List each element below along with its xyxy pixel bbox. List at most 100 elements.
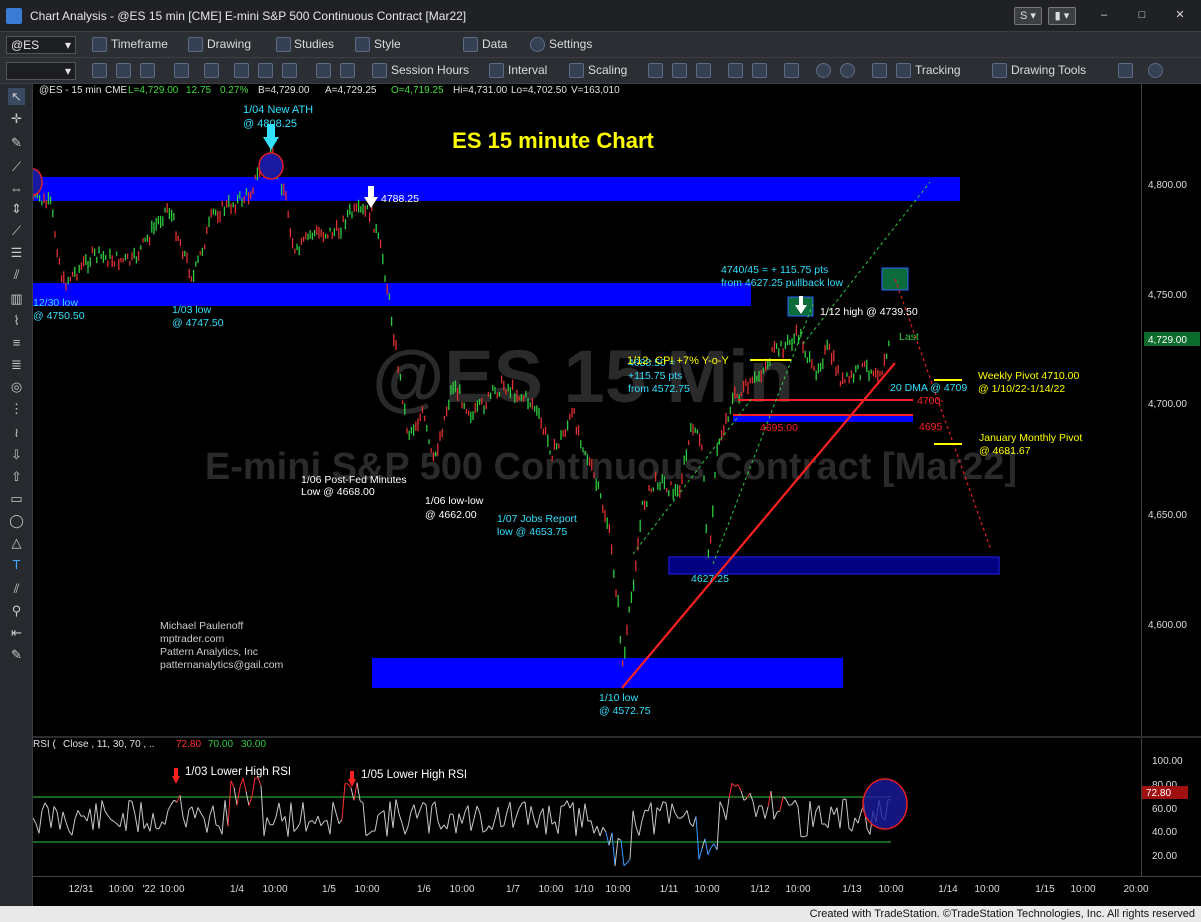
time-label-24: 20:00: [1123, 884, 1148, 895]
data-icon: [463, 37, 478, 52]
wave-icon[interactable]: ≀: [8, 424, 25, 441]
low-103-label-1: 1/03 low: [172, 304, 212, 316]
settings-menu[interactable]: Settings: [549, 37, 592, 51]
timeframe-menu[interactable]: Timeframe: [111, 37, 168, 51]
toolbar-icon-3[interactable]: [140, 63, 155, 78]
collapse-icon[interactable]: ⇤: [8, 624, 25, 641]
low-1230-label-1: 12/30 low: [33, 297, 78, 309]
ruler-icon[interactable]: ⫽: [8, 580, 25, 597]
zoom-out-icon[interactable]: [840, 63, 855, 78]
symbol-link-s-button[interactable]: S ▾: [1014, 7, 1042, 25]
edit-icon[interactable]: ✎: [8, 646, 25, 663]
level-4695-label-b: 4695: [919, 421, 943, 433]
toolbar-icon-5[interactable]: [204, 63, 219, 78]
trendline-icon[interactable]: ⟋: [8, 158, 25, 175]
toolbar-icon-2[interactable]: [116, 63, 131, 78]
link-button[interactable]: ▮ ▾: [1048, 7, 1076, 25]
toolbar-icon-8[interactable]: [282, 63, 297, 78]
close-button[interactable]: ✕: [1166, 7, 1194, 25]
rsi-arrow-2: [348, 771, 356, 787]
rectangle-icon[interactable]: ▭: [8, 490, 25, 507]
rsi-axis[interactable]: 100.00 80.00 60.00 40.00 20.00 72.80: [1141, 738, 1201, 876]
toolbar-icon-16[interactable]: [784, 63, 799, 78]
fib-icon[interactable]: ☰: [8, 244, 25, 261]
style-menu[interactable]: Style: [374, 37, 401, 51]
horizontal-line-icon[interactable]: ⇔: [8, 180, 25, 197]
drawing-menu[interactable]: Drawing: [207, 37, 251, 51]
arrow-down-icon[interactable]: ⇩: [8, 446, 25, 463]
rsi-panel[interactable]: RSI ( Close , 11, 30, 70 , .. 72.80 70.0…: [32, 738, 1141, 876]
author-company: Pattern Analytics, Inc: [160, 646, 258, 658]
jobs-label-1: 1/07 Jobs Report: [497, 513, 577, 525]
zone-4695[interactable]: [733, 415, 913, 422]
drawing-tools-menu[interactable]: Drawing Tools: [1011, 63, 1086, 77]
pattern-icon[interactable]: ⌇: [8, 312, 25, 329]
tracking-menu[interactable]: Tracking: [915, 63, 961, 77]
toolbar-icon-12[interactable]: [672, 63, 687, 78]
interval-select[interactable]: ▾: [6, 62, 76, 80]
ray-icon[interactable]: ⟋: [8, 222, 25, 239]
channel-icon[interactable]: ⫽: [8, 266, 25, 283]
crosshair-icon[interactable]: ✛: [8, 110, 25, 127]
chat-icon[interactable]: [1148, 63, 1163, 78]
price-chart-panel[interactable]: @ES - 15 min CME L=4,729.00 12.75 0.27% …: [23, 84, 1141, 736]
time-label-8: 1/6: [417, 884, 431, 895]
studies-icon: [276, 37, 291, 52]
toolbar-icon-11[interactable]: [648, 63, 663, 78]
triangle-icon[interactable]: △: [8, 534, 25, 551]
session-hours-icon: [372, 63, 387, 78]
toolbar-icon-6[interactable]: [234, 63, 249, 78]
cursor-icon[interactable]: ↖: [8, 88, 25, 105]
time-label-2: '22: [142, 884, 155, 895]
magnet-icon[interactable]: ⚲: [8, 602, 25, 619]
support-zone-4750[interactable]: [33, 283, 751, 306]
minimize-button[interactable]: –: [1090, 7, 1118, 25]
toolbar-icon-14[interactable]: [728, 63, 743, 78]
tradestation-window: Chart Analysis - @ES 15 min [CME] E-mini…: [0, 0, 1201, 922]
gann-icon[interactable]: ≡: [8, 334, 25, 351]
price-label-4750: 4,750.00: [1148, 290, 1187, 301]
toolbar-icon-13[interactable]: [696, 63, 711, 78]
interval-menu[interactable]: Interval: [508, 63, 547, 77]
resistance-zone-4800[interactable]: [33, 177, 960, 201]
price-label-4700: 4,700.00: [1148, 399, 1187, 410]
vertical-line-icon[interactable]: ⇕: [8, 200, 25, 217]
rsi-last-value: 72.80: [1146, 788, 1171, 799]
toolbar-icon-1[interactable]: [92, 63, 107, 78]
time-label-14: 1/11: [660, 884, 679, 895]
toolbar-icon-10[interactable]: [340, 63, 355, 78]
scaling-menu[interactable]: Scaling: [588, 63, 627, 77]
gear-icon: [530, 37, 545, 52]
ath-circle[interactable]: [258, 152, 284, 180]
text-dots-icon[interactable]: ⋮: [8, 400, 25, 417]
text-tool-icon[interactable]: T: [8, 556, 25, 573]
export-icon[interactable]: [1118, 63, 1133, 78]
price-axis[interactable]: 4,800.00 4,750.00 4,700.00 4,650.00 4,60…: [1141, 84, 1201, 736]
pen-icon[interactable]: ✎: [8, 134, 25, 151]
time-label-13: 10:00: [605, 884, 630, 895]
ellipse-icon[interactable]: ◯: [8, 512, 25, 529]
grid-icon[interactable]: [872, 63, 887, 78]
time-label-15: 10:00: [694, 884, 719, 895]
data-menu[interactable]: Data: [482, 37, 507, 51]
high-112-label: 1/12 high @ 4739.50: [820, 306, 918, 318]
symbol-input[interactable]: @ES ▾: [6, 36, 76, 54]
zoom-in-icon[interactable]: [816, 63, 831, 78]
toolbar-icon-9[interactable]: [316, 63, 331, 78]
time-label-20: 1/14: [938, 884, 958, 895]
rsi-overbought: 70.00: [208, 739, 233, 750]
toolbar-icon-7[interactable]: [258, 63, 273, 78]
menu-lines-icon[interactable]: ≣: [8, 356, 25, 373]
studies-menu[interactable]: Studies: [294, 37, 334, 51]
support-zone-4575[interactable]: [372, 658, 843, 688]
toolbar-icon-4[interactable]: [174, 63, 189, 78]
time-axis[interactable]: 12/31 10:00 '22 10:00 1/4 10:00 1/5 10:00 1/6 10:…: [33, 876, 1201, 906]
arrow-up-icon[interactable]: ⇧: [8, 468, 25, 485]
rsi-annotation-1: 1/03 Lower High RSI: [185, 766, 291, 778]
maximize-button[interactable]: □: [1128, 7, 1156, 25]
toolbar-icon-15[interactable]: [752, 63, 767, 78]
session-hours-menu[interactable]: Session Hours: [391, 63, 469, 77]
low-1230-label-2: @ 4750.50: [33, 310, 85, 322]
cycle-icon[interactable]: ◎: [8, 378, 25, 395]
bars-icon[interactable]: ▥: [8, 290, 25, 307]
